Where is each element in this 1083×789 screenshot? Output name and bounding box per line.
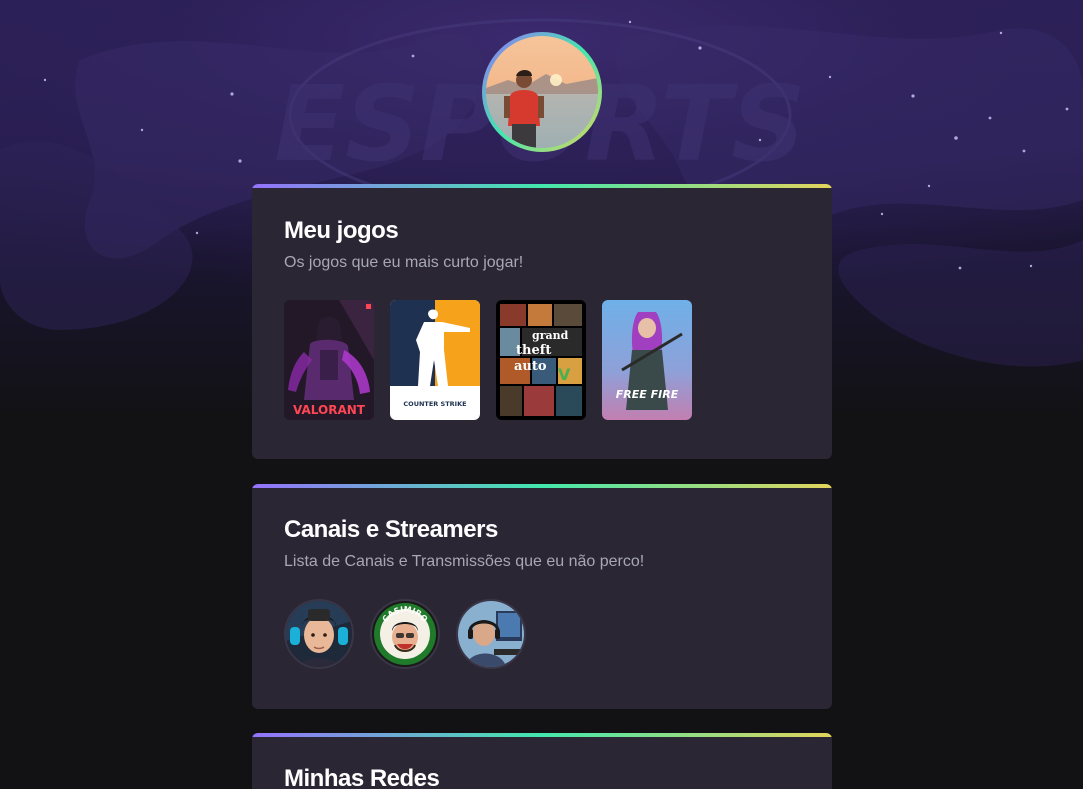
svg-text:V: V bbox=[558, 365, 571, 384]
counter-strike-logo-text: COUNTER STRIKE bbox=[403, 400, 466, 408]
gta-logo-text-3: auto bbox=[514, 359, 547, 374]
streamer-avatar-casimiro[interactable]: CASIMIRO bbox=[370, 599, 440, 669]
free-fire-logo-text: FREE FIRE bbox=[616, 388, 679, 401]
avatar-photo bbox=[486, 36, 598, 148]
streamer-avatar-3[interactable] bbox=[456, 599, 526, 669]
games-section-title: Meu jogos bbox=[284, 217, 399, 244]
games-section: Meu jogos Os jogos que eu mais curto jog… bbox=[252, 184, 832, 459]
game-card-counter-strike[interactable]: COUNTER STRIKE bbox=[390, 300, 480, 420]
socials-section: Minhas Redes bbox=[252, 733, 832, 789]
streamers-section-subtitle: Lista de Canais e Transmissões que eu nã… bbox=[284, 553, 645, 570]
streamers-section-title: Canais e Streamers bbox=[284, 516, 498, 543]
game-card-gta-v[interactable]: grand theft auto V bbox=[496, 300, 586, 420]
gta-logo-text-2: theft bbox=[516, 343, 551, 358]
games-section-subtitle: Os jogos que eu mais curto jogar! bbox=[284, 254, 524, 271]
game-card-free-fire[interactable]: FREE FIRE bbox=[602, 300, 692, 420]
gta-logo-text-1: grand bbox=[532, 329, 569, 342]
page: ESPORTS bbox=[0, 0, 1083, 789]
profile-avatar bbox=[482, 32, 602, 152]
streamer-avatar-1[interactable] bbox=[284, 599, 354, 669]
streamers-section: Canais e Streamers Lista de Canais e Tra… bbox=[252, 484, 832, 709]
valorant-logo-text: VALORANT bbox=[293, 403, 366, 417]
socials-section-title: Minhas Redes bbox=[284, 765, 440, 789]
game-card-valorant[interactable]: VALORANT bbox=[284, 300, 374, 420]
